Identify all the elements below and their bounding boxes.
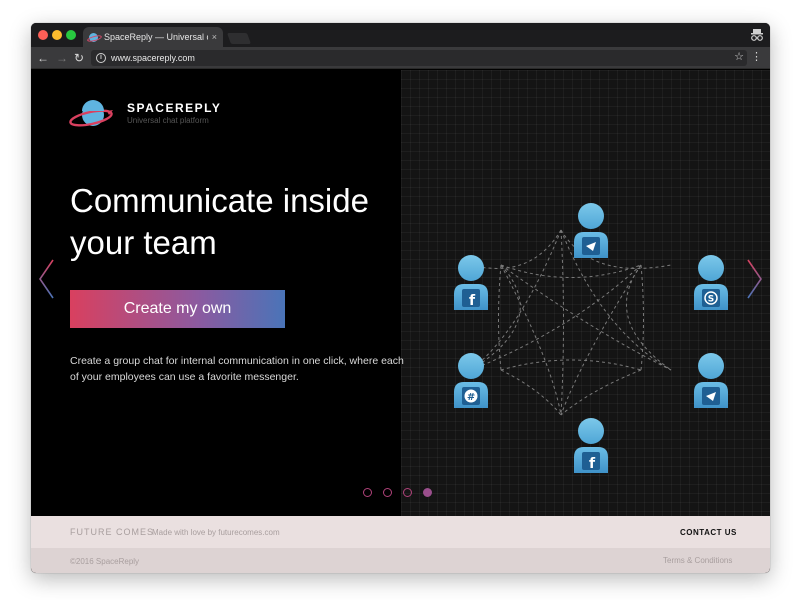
headline: Communicate inside your team xyxy=(70,180,450,264)
copyright-text: ©2016 SpaceReply xyxy=(70,557,140,566)
carousel-dot-1[interactable] xyxy=(363,488,372,497)
create-my-own-button[interactable]: Create my own xyxy=(70,290,285,328)
site-info-icon[interactable]: i xyxy=(96,53,106,63)
user-avatar-lower-right xyxy=(694,353,728,408)
url-text[interactable]: www.spacereply.com xyxy=(111,53,195,63)
bookmark-star-icon[interactable]: ☆ xyxy=(734,50,744,63)
back-button[interactable]: ← xyxy=(36,51,50,65)
page: SPACEREPLY Universal chat platform Commu… xyxy=(31,70,770,573)
footer-bottom: ©2016 SpaceReply Terms & Conditions xyxy=(31,548,770,573)
maximize-window-button[interactable] xyxy=(66,30,76,40)
favicon-icon xyxy=(89,32,98,42)
browser-tab[interactable]: SpaceReply — Universal chat × xyxy=(83,27,223,47)
carousel-dot-3[interactable] xyxy=(403,488,412,497)
facebook-icon: f xyxy=(469,293,476,309)
contact-us-link[interactable]: CONTACT US xyxy=(680,528,737,537)
user-avatar-upper-left: f xyxy=(454,255,488,310)
carousel-dot-4[interactable] xyxy=(423,488,432,497)
svg-text:#: # xyxy=(467,392,475,403)
user-avatar-upper-right: S xyxy=(694,255,728,310)
hero-description: Create a group chat for internal communi… xyxy=(70,355,404,383)
headline-line-1: Communicate inside xyxy=(70,182,369,219)
close-window-button[interactable] xyxy=(38,30,48,40)
browser-menu-icon[interactable]: ⋮ xyxy=(751,50,762,64)
user-avatar-top xyxy=(574,203,608,258)
connection-lines xyxy=(470,229,672,416)
terms-link[interactable]: Terms & Conditions xyxy=(663,556,732,565)
minimize-window-button[interactable] xyxy=(52,30,62,40)
carousel-dot-2[interactable] xyxy=(383,488,392,497)
made-with-love-text[interactable]: Made with love by futurecomes.com xyxy=(152,528,280,537)
footer-top: FUTURE COMES Made with love by futurecom… xyxy=(31,516,770,548)
team-network-illustration: f S # f xyxy=(454,203,728,473)
incognito-icon[interactable] xyxy=(750,28,764,42)
forward-button[interactable]: → xyxy=(55,51,69,65)
tab-title: SpaceReply — Universal chat xyxy=(104,32,208,42)
browser-window: SpaceReply — Universal chat × ← → ↻ i ww… xyxy=(31,23,770,573)
previous-slide-arrow-icon[interactable] xyxy=(37,258,57,300)
facebook-icon: f xyxy=(589,456,596,472)
brand-name: SPACEREPLY xyxy=(127,101,222,115)
carousel-dots xyxy=(363,488,432,498)
tab-bar: SpaceReply — Universal chat × xyxy=(31,23,770,47)
user-avatar-bottom: f xyxy=(574,418,608,473)
reload-button[interactable]: ↻ xyxy=(72,51,86,65)
user-avatar-lower-left: # xyxy=(454,353,488,408)
new-tab-button[interactable] xyxy=(226,33,252,44)
svg-text:S: S xyxy=(708,295,714,305)
address-bar[interactable]: i www.spacereply.com xyxy=(91,50,747,66)
headline-line-2: your team xyxy=(70,224,217,261)
tab-close-icon[interactable]: × xyxy=(212,32,217,42)
future-comes-logo[interactable]: FUTURE COMES xyxy=(70,527,154,537)
toolbar: ← → ↻ i www.spacereply.com ☆ ⋮ xyxy=(31,47,770,69)
brand-tagline: Universal chat platform xyxy=(127,116,209,125)
spacereply-logo-icon[interactable] xyxy=(69,98,117,132)
hero-section: SPACEREPLY Universal chat platform Commu… xyxy=(31,70,770,516)
